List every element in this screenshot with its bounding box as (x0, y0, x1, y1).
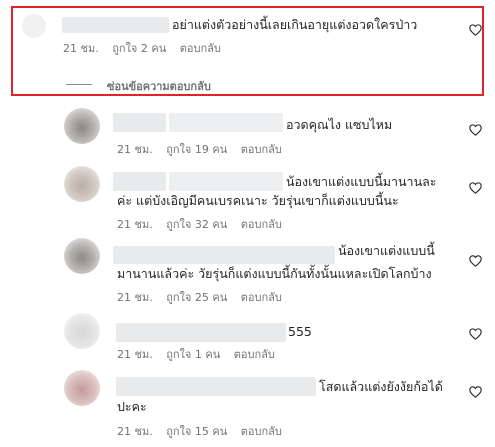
reply-text-line1: น้องเขาแต่งแบบนี้มานานละ (286, 174, 437, 189)
heart-outline-icon[interactable] (469, 328, 482, 340)
reply-text-line1: โสดแล้วแต่งยังงัยก้อได้ (319, 379, 443, 394)
reply-button[interactable]: ตอบกลับ (234, 348, 275, 361)
username-redacted[interactable] (116, 323, 286, 342)
reply-button[interactable]: ตอบกลับ (241, 425, 282, 438)
reply-meta: 21 ชม. ถูกใจ 1 คน ตอบกลับ (117, 348, 275, 362)
reply-text-line2: มานานแล้วค่ะ วัยรุ่นก็แต่งแบบนี้กันทั้งน… (117, 266, 432, 281)
reply-meta: 21 ชม. ถูกใจ 15 คน ตอบกลับ (117, 425, 282, 439)
reply-time: 21 ชม. (117, 425, 153, 438)
hide-replies-button[interactable]: ซ่อนข้อความตอบกลับ (107, 77, 211, 95)
heart-outline-icon[interactable] (469, 182, 482, 194)
reply-meta: 21 ชม. ถูกใจ 25 คน ตอบกลับ (117, 291, 282, 305)
comment-time: 21 ชม. (63, 42, 99, 55)
avatar[interactable] (64, 108, 100, 144)
like-count[interactable]: ถูกใจ 15 คน (166, 425, 227, 438)
heart-outline-icon[interactable] (469, 124, 482, 136)
avatar[interactable] (64, 370, 100, 406)
reply-text: อวดคุณไง แซบไหม (286, 117, 393, 132)
like-count[interactable]: ถูกใจ 32 คน (166, 218, 227, 231)
reply-time: 21 ชม. (117, 291, 153, 304)
reply-text-line2: ค่ะ แต่บังเอิญมีคนเบรคเนาะ วัยรุ่นเขาก็แ… (117, 193, 399, 208)
reply-button[interactable]: ตอบกลับ (241, 291, 282, 304)
avatar[interactable] (64, 238, 100, 274)
like-count[interactable]: ถูกใจ 25 คน (166, 291, 227, 304)
username-redacted[interactable] (113, 246, 335, 264)
like-count[interactable]: ถูกใจ 2 คน (112, 42, 166, 55)
comment-meta: 21 ชม. ถูกใจ 2 คน ตอบกลับ (63, 42, 221, 56)
reply-text: 555 (288, 324, 312, 339)
reply-button[interactable]: ตอบกลับ (241, 143, 282, 156)
hide-replies-line (66, 84, 92, 85)
reply-button[interactable]: ตอบกลับ (180, 42, 221, 55)
username-redacted[interactable] (113, 113, 166, 132)
username-redacted[interactable] (169, 172, 283, 191)
comment-text: อย่าแต่งตัวอย่างนี้เลยเกินอายุแต่งอวดใคร… (172, 17, 418, 32)
heart-outline-icon[interactable] (469, 255, 482, 267)
reply-text-line1: น้องเขาแต่งแบบนี้ (338, 243, 435, 258)
reply-text-line2: ปะคะ (117, 399, 147, 414)
avatar[interactable] (64, 166, 100, 202)
heart-outline-icon[interactable] (469, 386, 482, 398)
username-redacted[interactable] (62, 17, 169, 33)
avatar[interactable] (64, 313, 100, 349)
reply-time: 21 ชม. (117, 218, 153, 231)
like-count[interactable]: ถูกใจ 1 คน (166, 348, 220, 361)
like-count[interactable]: ถูกใจ 19 คน (166, 143, 227, 156)
username-redacted[interactable] (113, 172, 166, 191)
reply-button[interactable]: ตอบกลับ (241, 218, 282, 231)
username-redacted[interactable] (116, 377, 316, 396)
reply-meta: 21 ชม. ถูกใจ 32 คน ตอบกลับ (117, 218, 282, 232)
heart-outline-icon[interactable] (469, 24, 482, 36)
avatar[interactable] (22, 14, 46, 38)
reply-meta: 21 ชม. ถูกใจ 19 คน ตอบกลับ (117, 143, 282, 157)
reply-time: 21 ชม. (117, 348, 153, 361)
username-redacted[interactable] (169, 113, 283, 132)
reply-time: 21 ชม. (117, 143, 153, 156)
